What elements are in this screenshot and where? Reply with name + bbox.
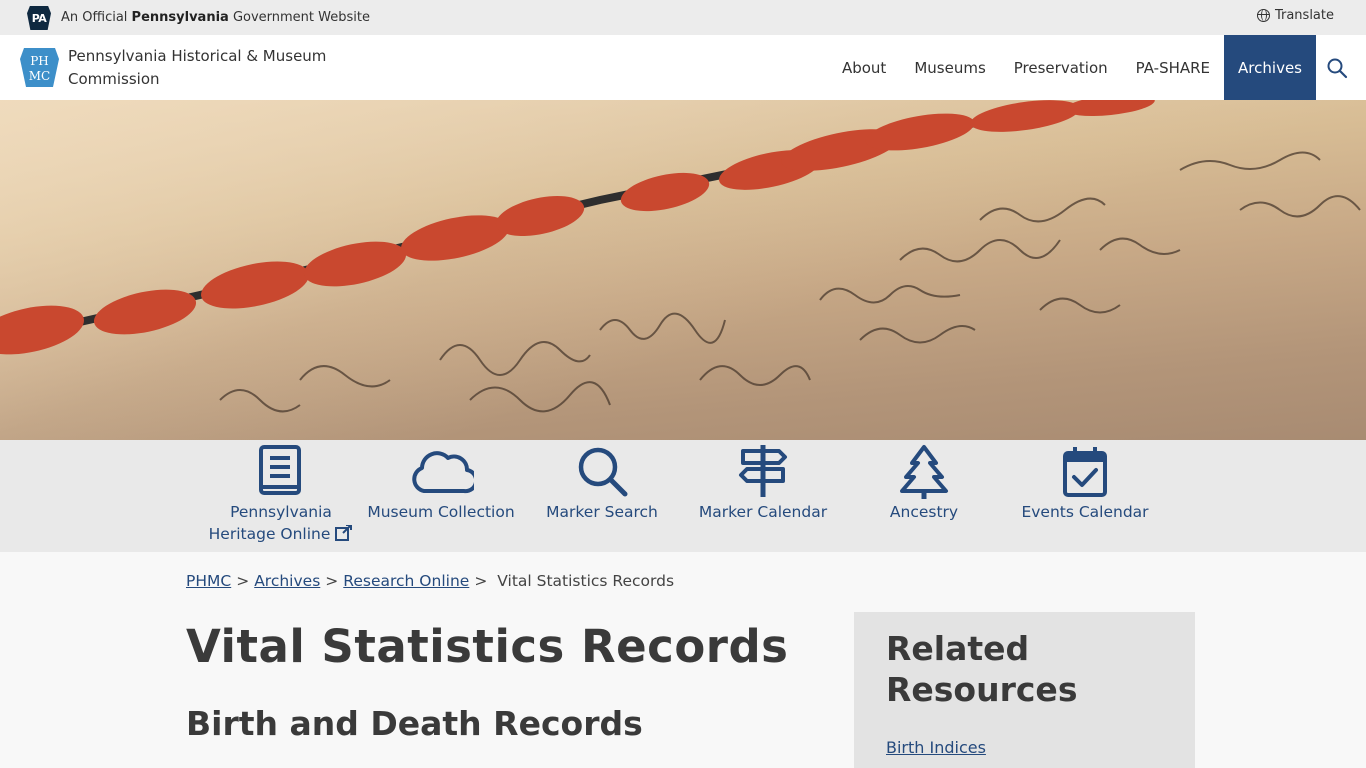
- translate-button[interactable]: Translate: [1256, 8, 1334, 23]
- breadcrumb-archives[interactable]: Archives: [254, 572, 320, 590]
- pa-keystone-icon: PA: [27, 6, 51, 30]
- nav-pa-share[interactable]: PA-SHARE: [1122, 35, 1224, 100]
- breadcrumb-separator: >: [325, 572, 339, 590]
- globe-icon: [1256, 9, 1270, 22]
- related-link-birth-indices[interactable]: Birth Indices: [886, 738, 1163, 757]
- site-header: PH MC Pennsylvania Historical & Museum C…: [0, 35, 1366, 100]
- phmc-logo[interactable]: PH MC: [20, 48, 59, 87]
- breadcrumb-phmc[interactable]: PHMC: [186, 572, 231, 590]
- calendar-check-icon: [1063, 447, 1107, 497]
- nav-preservation[interactable]: Preservation: [1000, 35, 1122, 100]
- quicklink-events-calendar-label: Events Calendar: [1021, 503, 1149, 521]
- nav-museums[interactable]: Museums: [900, 35, 999, 100]
- quicklink-marker-search[interactable]: Marker Search: [517, 443, 687, 523]
- quicklink-marker-calendar-label: Marker Calendar: [698, 503, 828, 521]
- nav-about[interactable]: About: [828, 35, 900, 100]
- quicklink-heritage[interactable]: Pennsylvania Heritage Online: [196, 443, 366, 545]
- breadcrumb-current: Vital Statistics Records: [497, 572, 675, 590]
- site-name[interactable]: Pennsylvania Historical & Museum Commiss…: [68, 45, 328, 91]
- tree-icon: [900, 445, 948, 499]
- translate-label: Translate: [1274, 8, 1334, 23]
- breadcrumb-separator: >: [236, 572, 250, 590]
- official-state: Pennsylvania: [131, 10, 229, 25]
- nav-archives[interactable]: Archives: [1224, 35, 1316, 100]
- breadcrumb: PHMC > Archives > Research Online > Vital Sta…: [186, 572, 674, 590]
- quicklink-museum-collection[interactable]: Museum Collection: [356, 443, 526, 523]
- signpost-icon: [739, 445, 787, 497]
- main-content: PHMC > Archives > Research Online > Vital Sta…: [0, 552, 1366, 768]
- official-text: An Official Pennsylvania Government Webs…: [61, 10, 370, 25]
- main-nav: About Museums Preservation PA-SHARE Arch…: [828, 35, 1316, 100]
- search-icon[interactable]: [1326, 57, 1348, 79]
- related-resources-panel: Related Resources Birth Indices: [854, 612, 1195, 768]
- cloud-icon: [412, 451, 474, 494]
- quicklink-marker-search-label: Marker Search: [546, 503, 658, 521]
- hero-illustration: [0, 100, 1361, 413]
- official-suffix: Government Website: [228, 10, 370, 25]
- section-heading: Birth and Death Records: [186, 704, 643, 743]
- svg-text:PH: PH: [30, 54, 49, 68]
- quicklink-marker-calendar[interactable]: Marker Calendar: [678, 443, 848, 523]
- breadcrumb-research-online[interactable]: Research Online: [343, 572, 469, 590]
- related-resources-heading: Related Resources: [886, 629, 1078, 709]
- official-prefix: An Official: [61, 10, 132, 25]
- quicklink-heritage-label: Pennsylvania Heritage Online: [196, 501, 366, 545]
- official-banner: PA An Official Pennsylvania Government W…: [0, 0, 1366, 35]
- svg-text:MC: MC: [29, 69, 50, 83]
- book-icon: [259, 445, 301, 495]
- quicklink-ancestry-label: Ancestry: [889, 503, 959, 521]
- quicklink-events-calendar[interactable]: Events Calendar: [1000, 443, 1170, 523]
- breadcrumb-separator: >: [474, 572, 488, 590]
- hero-image: [0, 100, 1366, 440]
- external-link-icon: [335, 524, 353, 541]
- quicklink-museum-collection-label: Museum Collection: [367, 503, 515, 521]
- quick-links: Pennsylvania Heritage Online Museum Coll…: [0, 440, 1366, 552]
- search-icon: [578, 447, 628, 497]
- quicklink-ancestry[interactable]: Ancestry: [839, 443, 1009, 523]
- page-title: Vital Statistics Records: [186, 620, 789, 673]
